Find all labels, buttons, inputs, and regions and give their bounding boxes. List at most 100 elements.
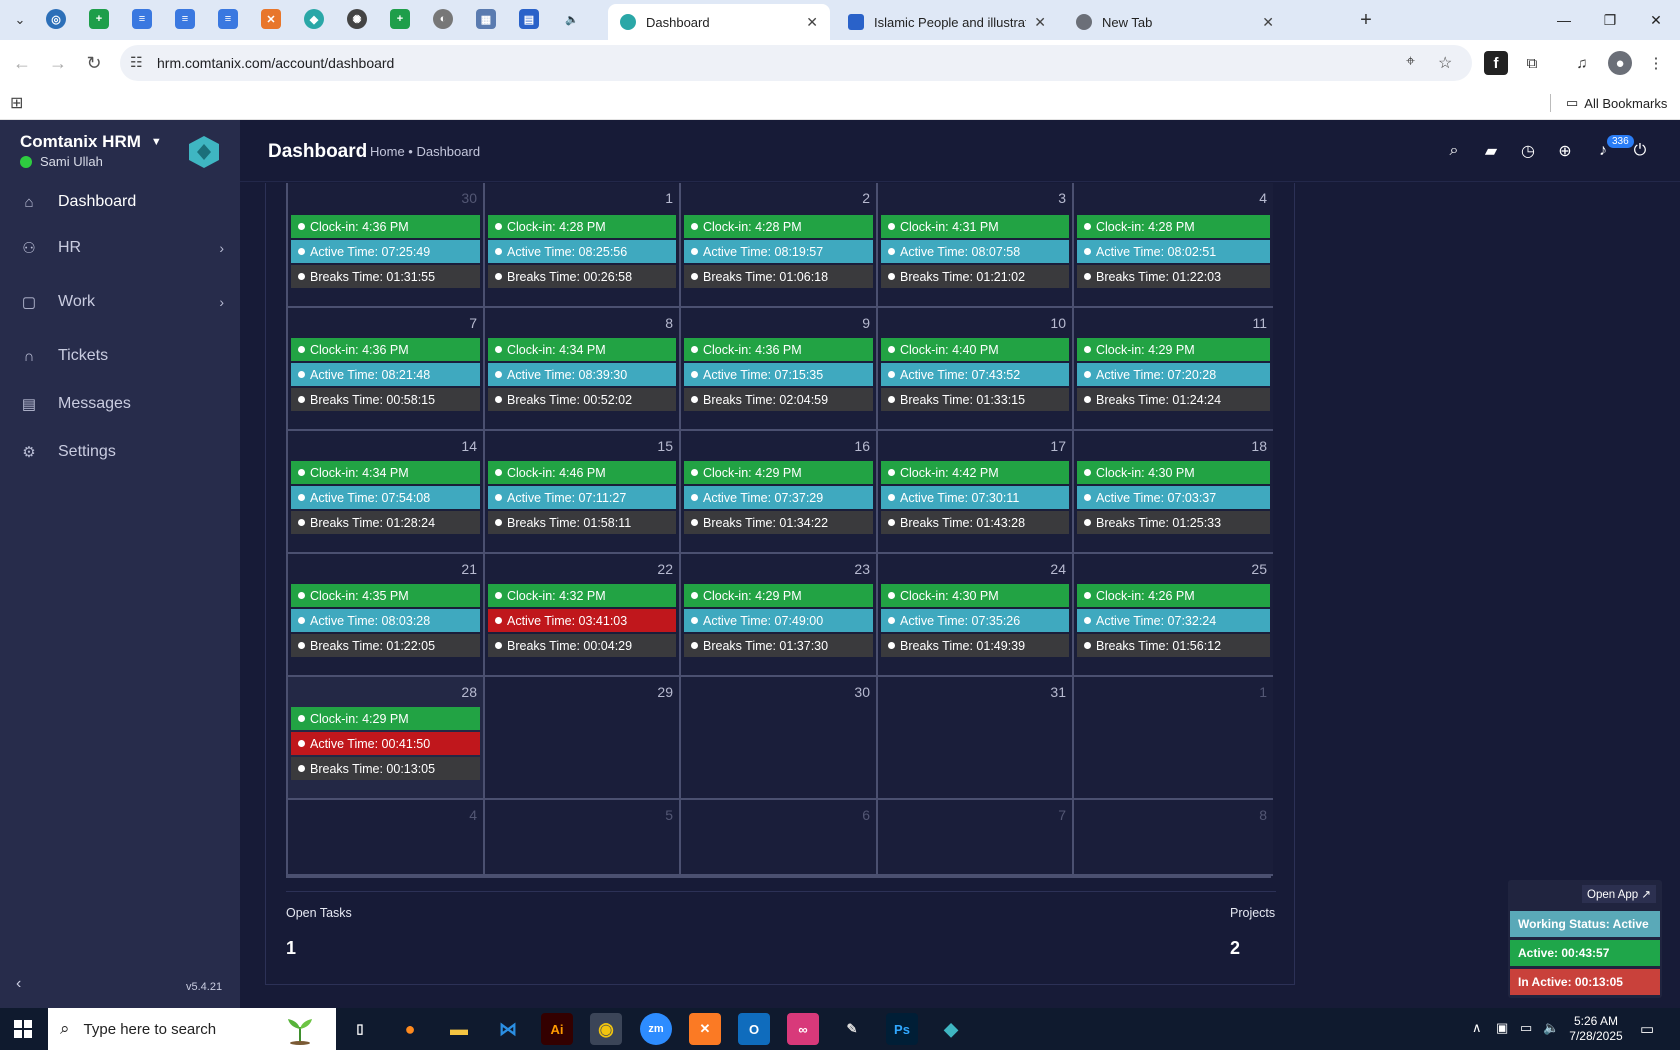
pinned-tab-globe-icon[interactable]: ◐ — [433, 9, 453, 29]
brand-switcher[interactable]: Comtanix HRM ▼ — [20, 132, 162, 152]
calendar-day-cell[interactable]: 22 Clock-in: 4:32 PM Active Time: 03:41:03… — [485, 554, 681, 677]
clock-in-event[interactable]: Clock-in: 4:32 PM — [488, 584, 676, 607]
pinned-tab-docs-icon[interactable]: ≡ — [175, 9, 195, 29]
windows-start-icon[interactable] — [14, 1020, 32, 1038]
clock-in-event[interactable]: Clock-in: 4:36 PM — [291, 338, 480, 361]
breaks-time-event[interactable]: Breaks Time: 00:13:05 — [291, 757, 480, 780]
minimize-icon[interactable]: — — [1544, 6, 1584, 34]
location-pin-icon[interactable]: ⌖ — [1406, 53, 1415, 71]
open-app-button[interactable]: Open App ↗ — [1582, 885, 1656, 903]
active-time-event[interactable]: Active Time: 08:07:58 — [881, 240, 1069, 263]
taskbar-search-placeholder[interactable]: Type here to search — [84, 1021, 217, 1038]
active-time-event[interactable]: Active Time: 07:03:37 — [1077, 486, 1270, 509]
breaks-time-event[interactable]: Breaks Time: 01:49:39 — [881, 634, 1069, 657]
clock-in-event[interactable]: Clock-in: 4:36 PM — [291, 215, 480, 238]
breaks-time-event[interactable]: Breaks Time: 01:34:22 — [684, 511, 873, 534]
menu-kebab-icon[interactable]: ⋮ — [1644, 51, 1668, 75]
taskbar-clock[interactable]: 5:26 AM 7/28/2025 — [1556, 1014, 1636, 1044]
restore-icon[interactable]: ❐ — [1590, 6, 1630, 34]
calendar-day-cell[interactable]: 4 Clock-in: 4:28 PM Active Time: 08:02:51 B… — [1074, 183, 1273, 308]
breaks-time-event[interactable]: Breaks Time: 01:21:02 — [881, 265, 1069, 288]
bookmark-star-icon[interactable]: ☆ — [1438, 53, 1452, 73]
active-time-event[interactable]: Active Time: 03:41:03 — [488, 609, 676, 632]
tab-search-chevron-icon[interactable]: ⌄ — [8, 8, 32, 32]
clock-in-event[interactable]: Clock-in: 4:34 PM — [291, 461, 480, 484]
calendar-day-cell[interactable]: 7 Clock-in: 4:36 PM Active Time: 08:21:48 B… — [288, 308, 485, 431]
collapse-sidebar-icon[interactable]: ‹ — [16, 975, 21, 993]
breaks-time-event[interactable]: Breaks Time: 01:06:18 — [684, 265, 873, 288]
address-bar[interactable]: ☷ hrm.comtanix.com/account/dashboard ⌖ ☆ — [120, 45, 1472, 81]
sidebar-item-work[interactable]: ▢ Work › — [0, 280, 240, 324]
breaks-time-event[interactable]: Breaks Time: 01:58:11 — [488, 511, 676, 534]
tab-dashboard[interactable]: Dashboard ✕ — [608, 4, 830, 40]
active-time-event[interactable]: Active Time: 07:35:26 — [881, 609, 1069, 632]
network-icon[interactable]: ▭ — [1520, 1020, 1532, 1036]
taskbar-search[interactable]: ⌕ Type here to search — [48, 1008, 336, 1050]
task-view-icon[interactable]: ▯ — [344, 1013, 376, 1045]
calendar-day-cell[interactable]: 18 Clock-in: 4:30 PM Active Time: 07:03:37… — [1074, 431, 1273, 554]
tray-chevron-up-icon[interactable]: ∧ — [1472, 1020, 1482, 1036]
calendar-day-cell[interactable]: 8 Clock-in: 4:34 PM Active Time: 08:39:30 B… — [485, 308, 681, 431]
calendar-day-cell[interactable]: 14 Clock-in: 4:34 PM Active Time: 07:54:08… — [288, 431, 485, 554]
clock-in-event[interactable]: Clock-in: 4:29 PM — [1077, 338, 1270, 361]
active-time-event[interactable]: Active Time: 07:30:11 — [881, 486, 1069, 509]
calendar-day-cell[interactable]: 10 Clock-in: 4:40 PM Active Time: 07:43:52… — [878, 308, 1074, 431]
calendar-day-cell[interactable]: 30 Clock-in: 4:36 PM Active Time: 07:25:49… — [288, 183, 485, 308]
new-tab-plus-icon[interactable]: + — [1354, 8, 1378, 32]
calendar-day-cell[interactable]: 28 Clock-in: 4:29 PM Active Time: 00:41:50… — [288, 677, 485, 800]
calendar-day-cell[interactable]: 25 Clock-in: 4:26 PM Active Time: 07:32:24… — [1074, 554, 1273, 677]
file-explorer-icon[interactable]: ▬ — [443, 1013, 475, 1045]
sidebar-item-tickets[interactable]: ∩ Tickets — [0, 334, 240, 378]
hrm-app-icon[interactable]: ◆ — [935, 1013, 967, 1045]
calendar-day-cell[interactable]: 16 Clock-in: 4:29 PM Active Time: 07:37:29… — [681, 431, 878, 554]
clock-in-event[interactable]: Clock-in: 4:40 PM — [881, 338, 1069, 361]
extensions-puzzle-icon[interactable]: ⧉ — [1520, 51, 1544, 75]
breaks-time-event[interactable]: Breaks Time: 01:25:33 — [1077, 511, 1270, 534]
calendar-day-cell[interactable]: 1 — [1074, 677, 1273, 800]
close-tab-icon[interactable]: ✕ — [1262, 14, 1274, 31]
breaks-time-event[interactable]: Breaks Time: 00:04:29 — [488, 634, 676, 657]
open-tasks-value[interactable]: 1 — [286, 938, 296, 959]
calendar-day-cell[interactable]: 4 — [288, 800, 485, 876]
active-time-event[interactable]: Active Time: 08:21:48 — [291, 363, 480, 386]
breaks-time-event[interactable]: Breaks Time: 01:22:05 — [291, 634, 480, 657]
calendar-day-cell[interactable]: 8 — [1074, 800, 1273, 876]
active-time-event[interactable]: Active Time: 08:03:28 — [291, 609, 480, 632]
active-time-event[interactable]: Active Time: 08:02:51 — [1077, 240, 1270, 263]
breaks-time-event[interactable]: Breaks Time: 01:28:24 — [291, 511, 480, 534]
pinned-tab-docs-icon[interactable]: ≡ — [132, 9, 152, 29]
back-arrow-icon[interactable]: ← — [10, 51, 34, 75]
outlook-icon[interactable]: O — [738, 1013, 770, 1045]
pinned-tab-forms-icon[interactable]: ▤ — [519, 9, 539, 29]
creative-cloud-icon[interactable]: ∞ — [787, 1013, 819, 1045]
calendar-day-cell[interactable]: 31 — [878, 677, 1074, 800]
clock-in-event[interactable]: Clock-in: 4:26 PM — [1077, 584, 1270, 607]
breaks-time-event[interactable]: Breaks Time: 00:58:15 — [291, 388, 480, 411]
pinned-tab-grid-icon[interactable]: ▦ — [476, 9, 496, 29]
close-tab-icon[interactable]: ✕ — [1034, 14, 1046, 31]
clock-in-event[interactable]: Clock-in: 4:29 PM — [684, 584, 873, 607]
pinned-tab-hrm-icon[interactable]: ◆ — [304, 9, 324, 29]
sidebar-item-hr[interactable]: ⚇ HR › — [0, 226, 240, 270]
calendar-day-cell[interactable]: 30 — [681, 677, 878, 800]
apps-grid-icon[interactable]: ⊞ — [10, 93, 23, 113]
vscode-icon[interactable]: ⋈ — [492, 1013, 524, 1045]
calendar-day-cell[interactable]: 15 Clock-in: 4:46 PM Active Time: 07:11:27… — [485, 431, 681, 554]
clock-in-event[interactable]: Clock-in: 4:35 PM — [291, 584, 480, 607]
pen-tool-icon[interactable]: ✎ — [836, 1013, 868, 1045]
clock-in-event[interactable]: Clock-in: 4:28 PM — [1077, 215, 1270, 238]
forward-arrow-icon[interactable]: → — [46, 51, 70, 75]
calendar-day-cell[interactable]: 11 Clock-in: 4:29 PM Active Time: 07:20:28… — [1074, 308, 1273, 431]
calendar-day-cell[interactable]: 1 Clock-in: 4:28 PM Active Time: 08:25:56 B… — [485, 183, 681, 308]
calendar-day-cell[interactable]: 29 — [485, 677, 681, 800]
active-time-event[interactable]: Active Time: 07:20:28 — [1077, 363, 1270, 386]
extension-fonts-icon[interactable]: f — [1484, 51, 1508, 75]
profile-avatar-icon[interactable]: ● — [1608, 51, 1632, 75]
pinned-tab-xampp-icon[interactable]: ✕ — [261, 9, 281, 29]
active-time-event[interactable]: Active Time: 07:43:52 — [881, 363, 1069, 386]
active-time-event[interactable]: Active Time: 08:39:30 — [488, 363, 676, 386]
calendar-day-cell[interactable]: 2 Clock-in: 4:28 PM Active Time: 08:19:57 B… — [681, 183, 878, 308]
clock-in-event[interactable]: Clock-in: 4:42 PM — [881, 461, 1069, 484]
active-time-event[interactable]: Active Time: 08:25:56 — [488, 240, 676, 263]
calendar-day-cell[interactable]: 24 Clock-in: 4:30 PM Active Time: 07:35:26… — [878, 554, 1074, 677]
